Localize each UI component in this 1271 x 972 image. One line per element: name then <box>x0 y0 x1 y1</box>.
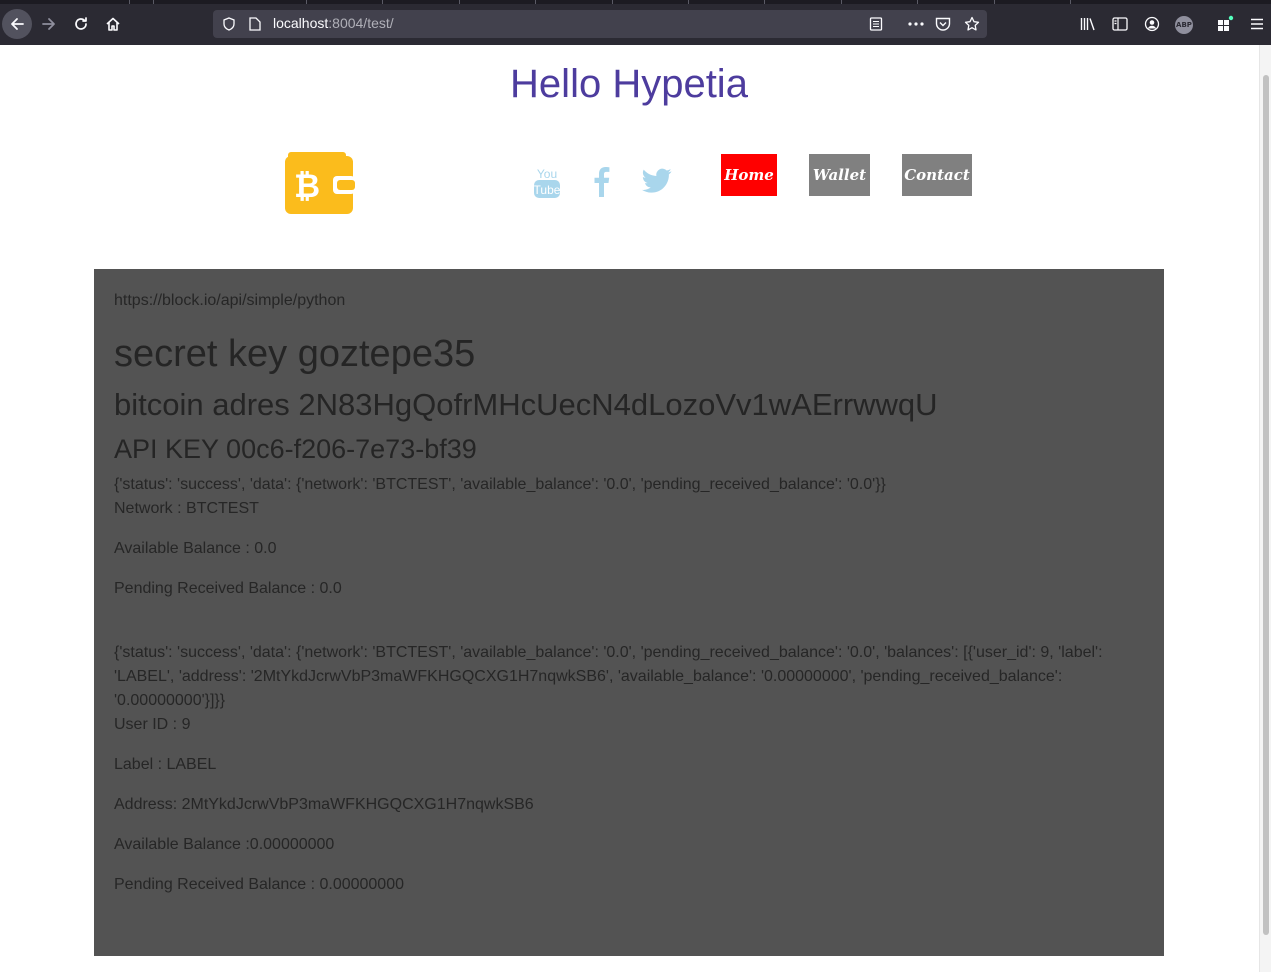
more-actions-icon[interactable] <box>907 16 925 32</box>
reader-view-icon[interactable] <box>868 16 884 32</box>
bitcoin-wallet-logo: ₿ <box>285 152 355 221</box>
browser-toolbar: localhost:8004/test/ ABP <box>0 0 1271 45</box>
forward-button[interactable] <box>34 9 64 39</box>
user-available-balance-text: Available Balance :0.00000000 <box>114 836 335 853</box>
forward-arrow-icon <box>42 18 55 30</box>
back-button[interactable] <box>2 9 32 39</box>
reload-button[interactable] <box>66 9 96 39</box>
page-title: Hello Hypetia <box>510 62 748 106</box>
user-id-text: User ID : 9 <box>114 716 191 733</box>
pocket-icon[interactable] <box>935 16 951 32</box>
api-output-panel: https://block.io/api/simple/python secre… <box>94 269 1164 956</box>
scrollbar-thumb[interactable] <box>1263 75 1269 935</box>
addresses-response-text: {'status': 'success', 'data': {'network'… <box>114 644 1103 709</box>
page-scrollbar[interactable] <box>1259 45 1271 972</box>
available-balance-text: Available Balance : 0.0 <box>114 540 277 557</box>
shield-icon[interactable] <box>221 16 237 32</box>
twitter-icon[interactable] <box>642 168 672 199</box>
back-arrow-icon <box>11 18 24 30</box>
page-info-icon[interactable] <box>247 16 263 32</box>
bitcoin-address-heading: bitcoin adres 2N83HgQofrMHcUecN4dLozoVv1… <box>114 387 938 422</box>
youtube-icon[interactable]: You Tube <box>533 166 561 205</box>
adblock-plus-icon[interactable]: ABP <box>1175 16 1193 34</box>
menu-icon[interactable] <box>1248 15 1266 33</box>
reload-icon <box>75 17 87 30</box>
library-icon[interactable] <box>1079 15 1097 33</box>
secret-key-heading: secret key goztepe35 <box>114 333 476 375</box>
balance-response-text: {'status': 'success', 'data': {'network'… <box>114 476 886 493</box>
home-button[interactable] <box>98 9 128 39</box>
url-bar[interactable]: localhost:8004/test/ <box>213 10 987 38</box>
api-key-heading: API KEY 00c6-f206-7e73-bf39 <box>114 434 477 464</box>
svg-text:Tube: Tube <box>534 183 561 197</box>
pending-balance-text: Pending Received Balance : 0.0 <box>114 580 342 597</box>
network-text: Network : BTCTEST <box>114 500 259 517</box>
bookmark-star-icon[interactable] <box>963 15 981 33</box>
sidebar-icon[interactable] <box>1111 15 1129 33</box>
nav-home-button[interactable]: Home <box>721 154 777 196</box>
url-text[interactable]: localhost:8004/test/ <box>273 15 394 31</box>
nav-contact-button[interactable]: Contact <box>902 154 972 196</box>
svg-text:You: You <box>537 167 557 181</box>
label-text: Label : LABEL <box>114 756 217 773</box>
url-host: localhost <box>273 15 329 31</box>
user-pending-balance-text: Pending Received Balance : 0.00000000 <box>114 876 404 893</box>
account-icon[interactable] <box>1143 15 1161 33</box>
tab-strip <box>0 0 1271 4</box>
svg-text:₿: ₿ <box>294 167 320 205</box>
url-path: :8004/test/ <box>328 15 394 31</box>
nav-wallet-button[interactable]: Wallet <box>809 154 870 196</box>
address-text: Address: 2MtYkdJcrwVbP3maWFKHGQCXG1H7nqw… <box>114 796 534 813</box>
api-url-text: https://block.io/api/simple/python <box>114 292 346 309</box>
home-icon <box>106 17 120 31</box>
extensions-icon[interactable] <box>1215 14 1235 34</box>
facebook-icon[interactable] <box>593 166 611 203</box>
